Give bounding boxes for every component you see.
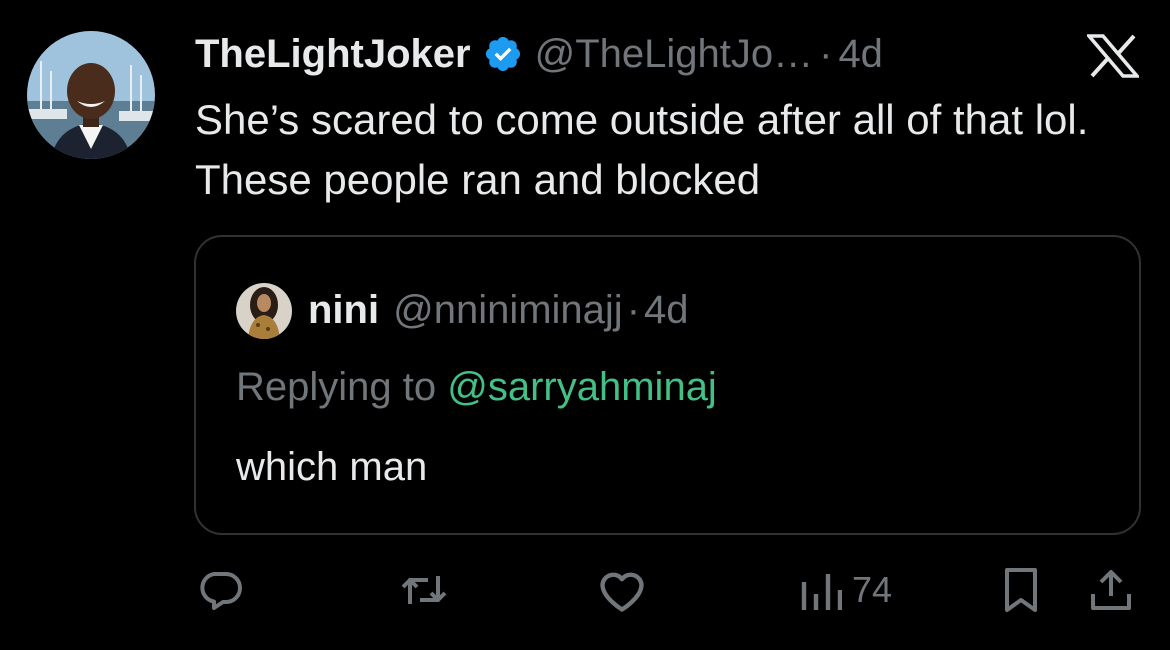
like-button[interactable] bbox=[596, 566, 648, 614]
author-display-name[interactable]: TheLightJoker bbox=[195, 32, 471, 77]
quoted-separator-dot: · bbox=[626, 287, 641, 332]
heart-icon bbox=[600, 572, 644, 612]
views-count: 74 bbox=[852, 569, 893, 610]
tweet-action-bar: 74 bbox=[0, 560, 1170, 620]
quoted-tweet-timestamp[interactable]: 4d bbox=[644, 288, 689, 333]
reply-icon bbox=[200, 572, 242, 610]
quoted-author-avatar[interactable] bbox=[236, 283, 292, 339]
replying-to-line: Replying to @sarryahminaj bbox=[236, 365, 717, 410]
retweet-button[interactable] bbox=[398, 566, 450, 614]
quoted-tweet-text: which man bbox=[236, 445, 428, 489]
verified-badge-icon bbox=[485, 36, 520, 72]
reply-button[interactable] bbox=[195, 566, 245, 614]
quoted-tweet-header: nini @nniniminajj · 4d bbox=[308, 285, 689, 335]
views-icon bbox=[801, 574, 842, 610]
views-button[interactable]: 74 bbox=[800, 566, 892, 614]
author-avatar[interactable] bbox=[27, 31, 155, 159]
separator-dot: · bbox=[819, 31, 833, 76]
quoted-author-display-name[interactable]: nini bbox=[308, 288, 379, 333]
x-logo-icon bbox=[1087, 34, 1139, 78]
tweet-timestamp[interactable]: 4d bbox=[838, 32, 883, 77]
quoted-author-handle[interactable]: @nniniminajj bbox=[393, 288, 623, 333]
author-handle[interactable]: @TheLightJo… bbox=[535, 32, 814, 77]
bookmark-icon bbox=[1005, 568, 1037, 612]
retweet-icon bbox=[401, 576, 447, 604]
tweet-header: TheLightJoker @TheLightJo… · 4d bbox=[195, 26, 883, 82]
bookmark-button[interactable] bbox=[998, 566, 1044, 614]
quoted-tweet-card[interactable]: nini @nniniminajj · 4d Replying to @sarr… bbox=[194, 235, 1141, 535]
tweet-text: She’s scared to come outside after all o… bbox=[195, 96, 1089, 203]
replying-to-mention-link[interactable]: @sarryahminaj bbox=[447, 365, 717, 409]
share-button[interactable] bbox=[1086, 566, 1136, 614]
share-icon bbox=[1091, 570, 1131, 610]
replying-to-label: Replying to bbox=[236, 365, 437, 409]
